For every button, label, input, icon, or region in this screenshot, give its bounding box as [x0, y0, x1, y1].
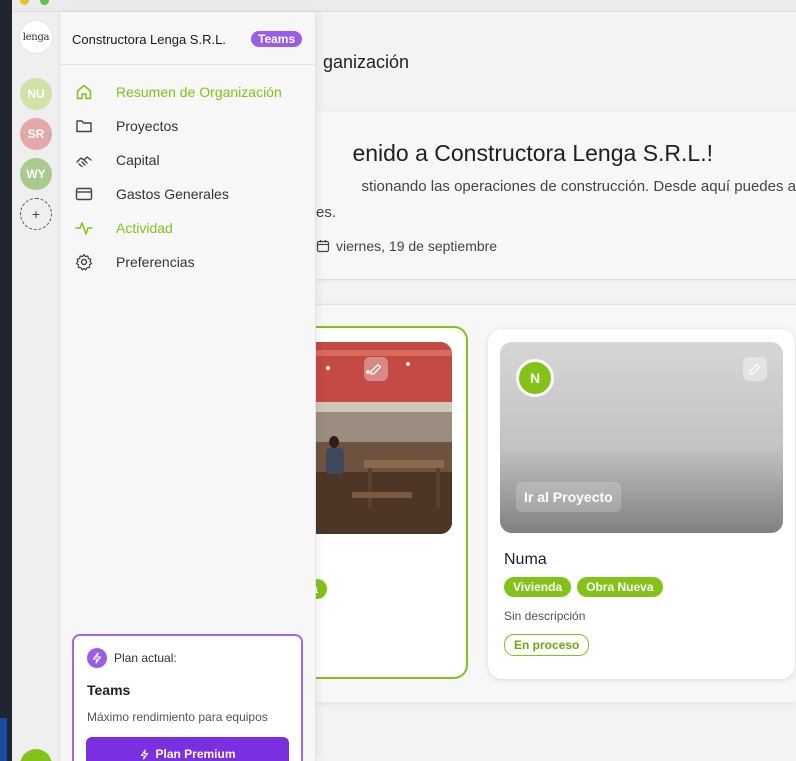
plus-icon: + [31, 206, 41, 222]
sidebar-item-label: Capital [116, 152, 160, 168]
sidebar-item-preferencias[interactable]: Preferencias [60, 245, 315, 279]
sidebar-item-actividad[interactable]: Actividad [60, 211, 315, 245]
tag-vivienda: Vivienda [504, 577, 572, 597]
sidebar: Constructora Lenga S.R.L. Teams Resumen … [60, 12, 316, 761]
project-cover: N Ir al Proyecto [500, 342, 783, 533]
sidebar-nav: Resumen de Organización Proyectos Capita… [60, 75, 315, 279]
sidebar-item-label: Preferencias [116, 254, 195, 270]
org-avatar-nu[interactable]: NU [20, 78, 52, 110]
desktop-strip [0, 0, 12, 761]
project-name: Numa [504, 551, 547, 568]
calendar-icon [316, 240, 330, 253]
tag-obra-nueva: Obra Nueva [577, 577, 663, 597]
credit-card-icon [75, 187, 93, 201]
welcome-card: enido a Constructora Lenga S.R.L.! stion… [316, 112, 796, 280]
welcome-subtitle: stionando las operaciones de construcció… [361, 178, 796, 195]
project-tags: Vivienda Obra Nueva [504, 577, 663, 597]
project-card-numa[interactable]: N Ir al Proyecto Numa Vivienda Obra Nuev… [488, 329, 795, 679]
lightning-icon [87, 648, 107, 668]
sidebar-item-resumen[interactable]: Resumen de Organización [60, 75, 315, 109]
sidebar-header: Constructora Lenga S.R.L. Teams [60, 12, 315, 65]
logo-text: lenga [22, 31, 50, 43]
window-titlebar [12, 0, 796, 12]
taskbar-fragment [0, 718, 7, 761]
plan-premium-button[interactable]: Plan Premium [86, 737, 289, 761]
welcome-title: enido a Constructora Lenga S.R.L.! [352, 140, 713, 166]
org-logo[interactable]: lenga [20, 21, 52, 53]
plan-badge: Teams [251, 31, 303, 47]
plan-label: Plan actual: [114, 651, 177, 665]
sidebar-item-label: Resumen de Organización [116, 84, 282, 100]
sidebar-item-label: Actividad [116, 220, 173, 236]
plan-description: Máximo rendimiento para equipos [87, 710, 268, 724]
sidebar-item-label: Gastos Generales [116, 186, 229, 202]
minimize-window-button[interactable] [20, 0, 29, 5]
go-to-project-button[interactable]: Ir al Proyecto [516, 482, 621, 512]
activity-icon [75, 222, 93, 235]
org-avatar-sr[interactable]: SR [20, 118, 52, 150]
plan-name: Teams [87, 682, 131, 698]
welcome-subtitle-cont: es. [316, 204, 337, 221]
sidebar-item-capital[interactable]: Capital [60, 143, 315, 177]
org-name: Constructora Lenga S.R.L. [72, 32, 226, 47]
current-plan-card: Plan actual: Teams Máximo rendimiento pa… [72, 634, 303, 761]
current-date: viernes, 19 de septiembre [336, 238, 498, 254]
date-row: viernes, 19 de septiembre [316, 238, 497, 254]
edit-cover-button[interactable] [743, 357, 767, 381]
organization-rail: lenga NU SR WY + [12, 12, 60, 761]
edit-icon [749, 363, 761, 375]
sidebar-item-gastos[interactable]: Gastos Generales [60, 177, 315, 211]
add-organization-button[interactable]: + [20, 198, 52, 230]
project-avatar: N [516, 359, 554, 397]
handshake-icon [76, 156, 92, 168]
edit-photo-button[interactable] [364, 357, 388, 381]
lightning-icon [141, 748, 149, 760]
gear-icon [75, 253, 93, 271]
org-avatar-wy[interactable]: WY [20, 158, 52, 190]
user-avatar[interactable] [20, 749, 52, 761]
plan-premium-label: Plan Premium [155, 747, 236, 761]
home-icon [76, 84, 92, 100]
status-badge: En proceso [504, 634, 590, 656]
folder-icon [76, 120, 92, 133]
sidebar-item-label: Proyectos [116, 118, 179, 134]
edit-icon [370, 363, 382, 375]
maximize-window-button[interactable] [40, 0, 49, 5]
sidebar-item-proyectos[interactable]: Proyectos [60, 109, 315, 143]
project-description: Sin descripción [504, 609, 586, 623]
